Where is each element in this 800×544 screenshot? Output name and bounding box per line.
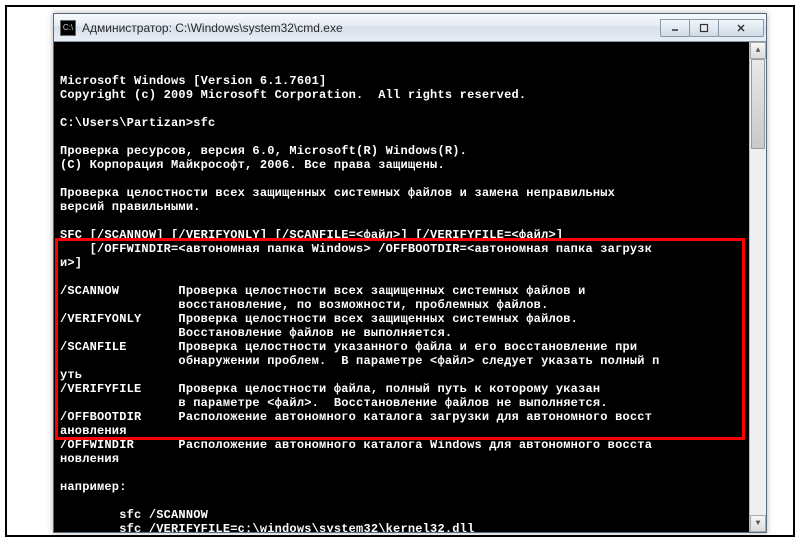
chevron-up-icon: ▲ — [756, 46, 761, 55]
console-output[interactable]: Microsoft Windows [Version 6.1.7601]Copy… — [54, 42, 749, 532]
close-button[interactable] — [718, 19, 764, 37]
cmd-window: C:\ Администратор: C:\Windows\system32\c… — [53, 13, 767, 533]
console-line: SFC [/SCANNOW] [/VERIFYONLY] [/SCANFILE=… — [60, 228, 747, 242]
screenshot-wrapper: C:\ Администратор: C:\Windows\system32\c… — [5, 5, 795, 537]
console-line: восстановление, по возможности, проблемн… — [60, 298, 747, 312]
console-line: (С) Корпорация Майкрософт, 2006. Все пра… — [60, 158, 747, 172]
window-controls — [661, 19, 764, 37]
scroll-up-button[interactable]: ▲ — [750, 42, 766, 59]
scroll-thumb[interactable] — [751, 59, 765, 149]
console-line — [60, 172, 747, 186]
console-line: /OFFWINDIR Расположение автономного ката… — [60, 438, 747, 452]
titlebar[interactable]: C:\ Администратор: C:\Windows\system32\c… — [54, 14, 766, 42]
console-line — [60, 466, 747, 480]
console-line: обнаружении проблем. В параметре <файл> … — [60, 354, 747, 368]
vertical-scrollbar[interactable]: ▲ ▼ — [749, 42, 766, 532]
console-line — [60, 494, 747, 508]
console-line: sfc /VERIFYFILE=c:\windows\system32\kern… — [60, 522, 747, 532]
console-line: /SCANFILE Проверка целостности указанног… — [60, 340, 747, 354]
console-line: Восстановление файлов не выполняется. — [60, 326, 747, 340]
console-line: Проверка целостности всех защищенных сис… — [60, 186, 747, 200]
console-line: ановления — [60, 424, 747, 438]
console-line: /VERIFYONLY Проверка целостности всех за… — [60, 312, 747, 326]
console-line: версий правильными. — [60, 200, 747, 214]
console-line: /OFFBOOTDIR Расположение автономного кат… — [60, 410, 747, 424]
console-line: новления — [60, 452, 747, 466]
console-line — [60, 102, 747, 116]
console-line: Проверка ресурсов, версия 6.0, Microsoft… — [60, 144, 747, 158]
minimize-button[interactable] — [660, 19, 690, 37]
console-line: [/OFFWINDIR=<автономная папка Windows> /… — [60, 242, 747, 256]
console-line: sfc /SCANNOW — [60, 508, 747, 522]
scroll-track[interactable] — [750, 59, 766, 515]
console-line: и>] — [60, 256, 747, 270]
console-line: Microsoft Windows [Version 6.1.7601] — [60, 74, 747, 88]
console-line — [60, 214, 747, 228]
console-line — [60, 130, 747, 144]
maximize-button[interactable] — [689, 19, 719, 37]
console-line: в параметре <файл>. Восстановление файло… — [60, 396, 747, 410]
console-line: /VERIFYFILE Проверка целостности файла, … — [60, 382, 747, 396]
console-area: Microsoft Windows [Version 6.1.7601]Copy… — [54, 42, 766, 532]
chevron-down-icon: ▼ — [756, 519, 761, 528]
scroll-down-button[interactable]: ▼ — [750, 515, 766, 532]
cmd-icon: C:\ — [60, 20, 76, 36]
console-line: например: — [60, 480, 747, 494]
console-line — [60, 270, 747, 284]
console-line: /SCANNOW Проверка целостности всех защищ… — [60, 284, 747, 298]
console-line: уть — [60, 368, 747, 382]
console-line: Copyright (c) 2009 Microsoft Corporation… — [60, 88, 747, 102]
window-title: Администратор: C:\Windows\system32\cmd.e… — [82, 21, 661, 35]
console-line: C:\Users\Partizan>sfc — [60, 116, 747, 130]
